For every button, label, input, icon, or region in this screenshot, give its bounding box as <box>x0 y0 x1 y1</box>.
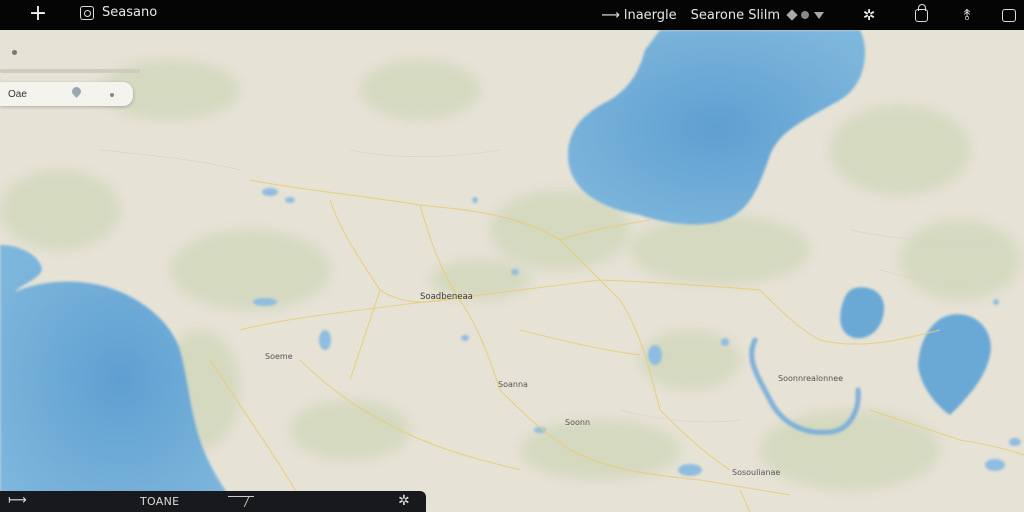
arrow-icon: ⟶ <box>601 7 620 23</box>
search-input[interactable]: Oae <box>0 82 133 106</box>
share-icon[interactable]: ⥉ <box>958 6 976 24</box>
top-bar-right: ⟶ lnaergle Searone Slilm ✲ ⥉ <box>601 0 1024 30</box>
map-svg <box>0 30 1024 512</box>
search-rule <box>0 69 140 73</box>
bottom-panel: ⟼ TOANE ✲ <box>0 491 426 512</box>
status-text-a: lnaergle <box>623 7 677 23</box>
map-label-east-town[interactable]: Soonn <box>565 418 590 427</box>
diamond-icon <box>786 9 798 21</box>
top-bar: + Seasano ⟶ lnaergle Searone Slilm ✲ ⥉ <box>0 0 1024 30</box>
app-title: Seasano <box>102 5 158 20</box>
lock-icon[interactable] <box>912 3 930 24</box>
status-text-b: Searone Slilm <box>690 7 780 23</box>
map-label-bottom-town[interactable]: Sosoulianae <box>732 468 780 477</box>
status-indicators <box>786 9 824 21</box>
map-label-south-town[interactable]: Soanna <box>498 380 528 389</box>
search-value: Oae <box>8 88 27 100</box>
circle-icon <box>801 11 809 19</box>
map-canvas[interactable]: Soadbeneaa Soanna Soeme Soonnrealonnee S… <box>0 30 1024 512</box>
pin-icon[interactable] <box>72 87 82 101</box>
add-icon[interactable]: + <box>28 2 48 26</box>
map-label-center-city[interactable]: Soadbeneaa <box>420 292 473 302</box>
app-title-group[interactable]: Seasano <box>80 5 157 20</box>
sparkle-icon[interactable]: ✲ <box>398 493 410 509</box>
sparkle-icon[interactable]: ✲ <box>860 6 878 24</box>
exit-icon[interactable]: ⟼ <box>8 493 27 508</box>
ruler-icon[interactable] <box>228 496 254 508</box>
map-label-west-town[interactable]: Soeme <box>265 352 293 361</box>
more-dot-icon[interactable] <box>110 93 114 97</box>
bottom-panel-label[interactable]: TOANE <box>140 495 179 508</box>
map-label-lake-town[interactable]: Soonnrealonnee <box>778 374 843 383</box>
window-icon[interactable] <box>1000 6 1018 24</box>
app-icon <box>80 5 94 20</box>
location-dot <box>12 50 17 55</box>
triangle-down-icon[interactable] <box>814 11 824 19</box>
